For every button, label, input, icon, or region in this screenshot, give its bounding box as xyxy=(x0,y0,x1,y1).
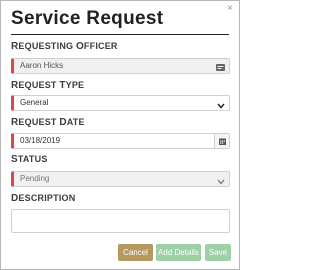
id-card-icon xyxy=(216,62,225,76)
status-label: STATUS xyxy=(11,154,48,165)
request-type-select[interactable]: General xyxy=(11,95,230,111)
cancel-button[interactable]: Cancel xyxy=(118,244,153,261)
status-value: Pending xyxy=(20,174,50,183)
description-textarea[interactable] xyxy=(11,209,230,233)
requesting-officer-field: Aaron Hicks xyxy=(11,58,230,74)
title-divider xyxy=(11,34,229,35)
description-label: DESCRIPTION xyxy=(11,193,76,204)
requesting-officer-label: REQUESTING OFFICER xyxy=(11,41,118,52)
request-date-value: 03/18/2019 xyxy=(20,136,61,145)
save-button[interactable]: Save xyxy=(205,244,231,261)
request-type-label: REQUEST TYPE xyxy=(11,80,85,91)
chevron-down-icon xyxy=(217,100,225,114)
request-date-label: REQUEST DATE xyxy=(11,117,85,128)
request-type-value: General xyxy=(20,98,49,107)
request-date-input[interactable]: 03/18/2019 xyxy=(11,133,230,149)
service-request-dialog: × Service Request REQUESTING OFFICER Aar… xyxy=(0,0,240,270)
chevron-down-icon xyxy=(217,176,225,190)
requesting-officer-value: Aaron Hicks xyxy=(20,61,64,70)
close-icon[interactable]: × xyxy=(227,4,233,14)
add-details-button[interactable]: Add Details xyxy=(156,244,201,261)
status-select: Pending xyxy=(11,171,230,187)
calendar-icon[interactable] xyxy=(214,134,229,148)
dialog-title: Service Request xyxy=(11,8,164,29)
